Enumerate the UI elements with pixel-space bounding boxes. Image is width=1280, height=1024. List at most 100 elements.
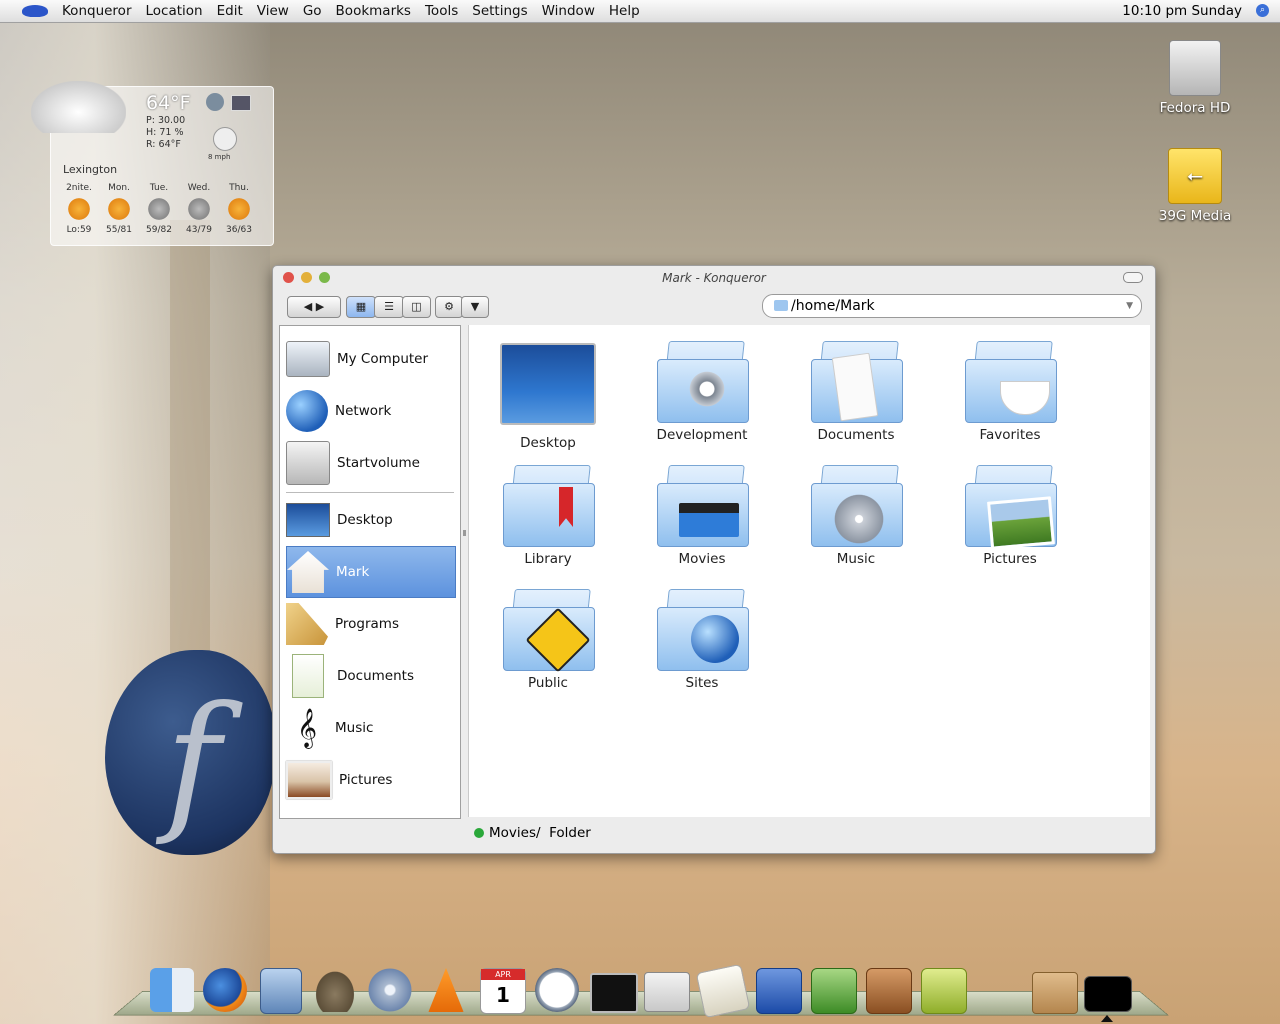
partly-sunny-icon [106, 197, 132, 221]
writer-icon[interactable] [756, 968, 802, 1014]
menu-help[interactable]: Help [609, 3, 640, 19]
public-folder-icon [503, 587, 595, 673]
menu-bookmarks[interactable]: Bookmarks [336, 3, 411, 19]
zoom-button[interactable] [319, 272, 330, 283]
desktop-switch-icon[interactable] [1084, 976, 1132, 1012]
action-dropdown-button[interactable]: ▼ [461, 296, 489, 318]
close-button[interactable] [283, 272, 294, 283]
search-icon[interactable]: ⌕ [1256, 4, 1269, 17]
file-item-sites[interactable]: Sites [637, 587, 767, 691]
action-gear-button[interactable]: ⚙ [435, 296, 463, 318]
desktop-icon-label: Fedora HD [1159, 100, 1231, 116]
impress-icon[interactable] [866, 968, 912, 1014]
sidebar-item-mark[interactable]: Mark [286, 546, 456, 598]
menu-app-name[interactable]: Konqueror [62, 3, 132, 19]
firefox-icon[interactable] [203, 968, 247, 1012]
programs-icon [286, 603, 328, 645]
sidebar-item-network[interactable]: Network [286, 386, 454, 436]
back-forward-button[interactable]: ◀ ▶ [287, 296, 341, 318]
calendar-icon[interactable]: APR 1 [480, 968, 526, 1014]
menu-settings[interactable]: Settings [472, 3, 527, 19]
fedora-hat-icon[interactable] [22, 5, 48, 17]
menu-location[interactable]: Location [146, 3, 203, 19]
weather-pressure: P: 30.00 [146, 115, 186, 126]
radar-image-icon[interactable] [231, 95, 251, 111]
music-folder-icon [811, 463, 903, 547]
location-bar[interactable]: /home/Mark ▼ [762, 294, 1142, 318]
weather-city: Lexington [63, 163, 118, 176]
trash-icon[interactable] [1032, 972, 1078, 1014]
file-item-documents[interactable]: Documents [791, 339, 921, 443]
gimp-icon[interactable] [313, 968, 357, 1012]
sidebar-item-programs[interactable]: Programs [286, 599, 454, 649]
text-editor-icon[interactable] [695, 963, 751, 1019]
sidebar-item-my-computer[interactable]: My Computer [286, 334, 454, 384]
menubar: Konqueror Location Edit View Go Bookmark… [0, 0, 1280, 23]
toolbar-toggle-button[interactable] [1123, 272, 1143, 283]
window-titlebar[interactable]: Mark - Konqueror [273, 266, 1155, 290]
konqueror-window: Mark - Konqueror ◀ ▶ ▦ ☰ ◫ ⚙ ▼ /home/Mar… [272, 265, 1156, 854]
sidebar-item-documents[interactable]: Documents [286, 651, 454, 701]
menu-go[interactable]: Go [303, 3, 322, 19]
file-icon-view: Desktop Development Documents Favorites … [468, 325, 1150, 817]
menu-view[interactable]: View [257, 3, 289, 19]
hard-drive-icon [286, 441, 330, 485]
fedora-logo-wallpaper: f [105, 650, 275, 855]
location-path[interactable]: /home/Mark [791, 295, 875, 317]
dock: APR 1 [0, 963, 1280, 1019]
hard-drive-icon [1169, 40, 1221, 96]
file-item-library[interactable]: Library [483, 463, 613, 567]
file-item-music[interactable]: Music [791, 463, 921, 567]
weather-humidity: H: 71 % [146, 127, 184, 138]
forecast-day: Thu. 36/63 [226, 183, 252, 235]
menu-window[interactable]: Window [542, 3, 595, 19]
column-view-button[interactable]: ◫ [402, 296, 431, 318]
desktop-icon [286, 503, 330, 537]
draw-icon[interactable] [921, 968, 967, 1014]
mail-icon[interactable] [260, 968, 302, 1014]
sidebar-item-music[interactable]: 𝄞 Music [286, 703, 454, 753]
desktop-icon-label: 39G Media [1158, 208, 1232, 224]
finder-icon[interactable] [150, 968, 194, 1012]
status-led-icon [474, 828, 484, 838]
weather-widget[interactable]: 64°F P: 30.00 H: 71 % R: 64°F 8 mph Lexi… [31, 81, 274, 246]
file-item-pictures[interactable]: Pictures [945, 463, 1075, 567]
menubar-clock[interactable]: 10:10 pm Sunday [1122, 3, 1242, 19]
itunes-icon[interactable] [368, 968, 412, 1012]
minimize-button[interactable] [301, 272, 312, 283]
status-text: Movies/ Folder [489, 825, 591, 841]
sidebar-item-desktop[interactable]: Desktop [286, 495, 454, 545]
clapper-folder-icon [657, 463, 749, 547]
list-view-button[interactable]: ☰ [374, 296, 404, 318]
desktop-icon-media[interactable]: ⭠ 39G Media [1135, 148, 1255, 224]
desktop-icon-fedora-hd[interactable]: Fedora HD [1135, 40, 1255, 116]
music-clef-icon: 𝄞 [296, 708, 318, 748]
calc-icon[interactable] [811, 968, 857, 1014]
vlc-icon[interactable] [428, 968, 464, 1012]
documents-folder-icon [811, 339, 903, 423]
menu-tools[interactable]: Tools [425, 3, 458, 19]
sidebar-item-pictures[interactable]: Pictures [286, 755, 454, 805]
gear-folder-icon [657, 339, 749, 423]
file-item-desktop[interactable]: Desktop [483, 343, 613, 451]
terminal-icon[interactable] [590, 973, 638, 1013]
weather-details: P: 30.00 H: 71 % R: 64°F [146, 115, 185, 151]
thunderstorm-icon [186, 197, 212, 221]
thunderstorm-icon [146, 197, 172, 221]
sidebar-item-startvolume[interactable]: Startvolume [286, 438, 454, 488]
icon-view-button[interactable]: ▦ [346, 296, 376, 318]
file-item-favorites[interactable]: Favorites [945, 339, 1075, 443]
chevron-down-icon[interactable]: ▼ [1126, 295, 1133, 317]
file-item-public[interactable]: Public [483, 587, 613, 691]
forecast-day: 2nite. Lo:59 [66, 183, 92, 235]
file-item-movies[interactable]: Movies [637, 463, 767, 567]
system-settings-icon[interactable] [644, 972, 690, 1012]
file-item-development[interactable]: Development [637, 339, 767, 443]
forecast-day: Mon. 55/81 [106, 183, 132, 235]
globe-icon[interactable] [206, 93, 224, 111]
sidebar-resize-grip[interactable] [463, 530, 466, 536]
clock-icon[interactable] [535, 968, 579, 1012]
pictures-icon [286, 761, 332, 799]
status-bar: Movies/ Folder [468, 818, 1149, 848]
menu-edit[interactable]: Edit [217, 3, 243, 19]
